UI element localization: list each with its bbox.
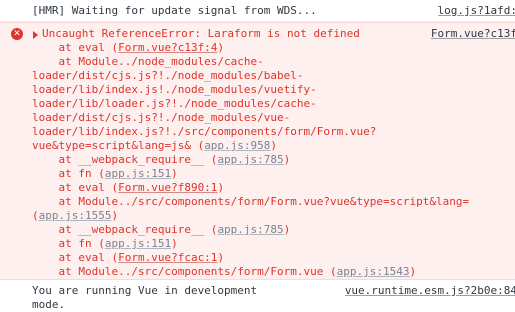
stack-frame-text: at __webpack_require__ ( <box>32 223 218 236</box>
stack-frame-line: at fn (app.js:151) <box>32 167 178 181</box>
stack-frame-link[interactable]: app.js:151 <box>105 167 171 180</box>
stack-frame-text: at Module../src/components/form/Form.vue… <box>32 195 470 208</box>
stack-frame-text: loader/lib/loader.js?!./node_modules/cac… <box>32 97 317 110</box>
stack-frame-text: ) <box>217 181 225 194</box>
console-log-row: [HMR] Waiting for update signal from WDS… <box>0 0 515 22</box>
stack-frame-line: at eval (Form.vue?f890:1) <box>32 181 224 195</box>
stack-frame-text: ) <box>217 41 225 54</box>
console-info-row: You are running Vue in development mode.… <box>0 281 515 311</box>
log-message: You are running Vue in development mode. <box>32 284 258 311</box>
stack-frame-link[interactable]: app.js:1543 <box>337 265 410 278</box>
stack-frame-text: at eval ( <box>32 41 119 54</box>
stack-frame-link[interactable]: Form.vue?fcac:1 <box>118 251 217 264</box>
stack-frame-line: loader/dist/cjs.js?!./node_modules/vue- <box>32 111 290 125</box>
console-error-row: ✕ Form.vue?c13f Uncaught ReferenceError:… <box>0 22 515 280</box>
stack-frame-link[interactable]: Form.vue?c13f:4 <box>118 41 217 54</box>
stack-frame-text: at Module../node_modules/cache- <box>32 55 264 68</box>
source-link[interactable]: vue.runtime.esm.js?2b0e:84 <box>345 284 515 298</box>
expand-triangle-icon[interactable] <box>33 31 38 39</box>
stack-frame-text: ) <box>283 223 291 236</box>
stack-frame-text: at eval ( <box>32 251 119 264</box>
stack-frame-link[interactable]: Form.vue?f890:1 <box>118 181 217 194</box>
stack-frame-link[interactable]: app.js:785 <box>217 223 283 236</box>
stack-frame-line: loader/lib/loader.js?!./node_modules/cac… <box>32 97 317 111</box>
stack-frame-line: at __webpack_require__ (app.js:785) <box>32 223 290 237</box>
stack-frame-line: loader/lib/index.js!./node_modules/vueti… <box>32 83 317 97</box>
stack-frame-link[interactable]: app.js:151 <box>105 237 171 250</box>
stack-frame-text: ) <box>171 167 178 180</box>
stack-frame-text: ( <box>32 209 39 222</box>
stack-frame-line: loader/lib/index.js?!./src/components/fo… <box>32 125 376 139</box>
stack-frame-text: ) <box>270 139 278 152</box>
stack-frame-text: ) <box>409 265 417 278</box>
error-header: Uncaught ReferenceError: Laraform is not… <box>42 27 360 40</box>
stack-frame-text: loader/lib/index.js?!./src/components/fo… <box>32 125 377 138</box>
source-link[interactable]: log.js?1afd: <box>438 4 515 18</box>
stack-frame-text: at fn ( <box>32 237 105 250</box>
stack-frame-text: ) <box>111 209 119 222</box>
stack-frame-line: loader/dist/cjs.js?!./node_modules/babel… <box>32 69 304 83</box>
log-message: [HMR] Waiting for update signal from WDS… <box>32 4 317 17</box>
stack-frame-line: at __webpack_require__ (app.js:785) <box>32 153 290 167</box>
stack-frame-text: ) <box>217 251 225 264</box>
stack-frame-line: at eval (Form.vue?c13f:4) <box>32 41 224 55</box>
stack-frame-text: ) <box>283 153 291 166</box>
stack-frame-text: loader/dist/cjs.js?!./node_modules/babel… <box>32 69 304 82</box>
stack-frame-link[interactable]: app.js:1555 <box>39 209 112 222</box>
stack-frame-line: at Module../src/components/form/Form.vue… <box>32 195 469 209</box>
stack-frame-text: at eval ( <box>32 181 119 194</box>
stack-frame-link[interactable]: app.js:785 <box>217 153 283 166</box>
stack-frame-text: at __webpack_require__ ( <box>32 153 218 166</box>
stack-frame-text: vue&type=script&lang=js& ( <box>32 139 205 152</box>
stack-frame-text: loader/lib/index.js!./node_modules/vueti… <box>32 83 317 96</box>
stack-frame-line: at Module../src/components/form/Form.vue… <box>32 265 416 279</box>
stack-frame-text: loader/dist/cjs.js?!./node_modules/vue- <box>32 111 291 124</box>
stack-frame-line: vue&type=script&lang=js& (app.js:958) <box>32 139 277 153</box>
stack-frame-line: (app.js:1555) <box>32 209 118 223</box>
stack-frame-text: ) <box>171 237 178 250</box>
error-source-link[interactable]: Form.vue?c13f <box>431 27 515 41</box>
stack-frame-line: at eval (Form.vue?fcac:1) <box>32 251 224 265</box>
stack-frame-text: at fn ( <box>32 167 105 180</box>
stack-frame-line: at Module../node_modules/cache- <box>32 55 264 69</box>
stack-frame-text: at Module../src/components/form/Form.vue… <box>32 265 337 278</box>
stack-frame-line: at fn (app.js:151) <box>32 237 178 251</box>
stack-frame-link[interactable]: app.js:958 <box>204 139 270 152</box>
x-circle-icon: ✕ <box>11 28 23 40</box>
